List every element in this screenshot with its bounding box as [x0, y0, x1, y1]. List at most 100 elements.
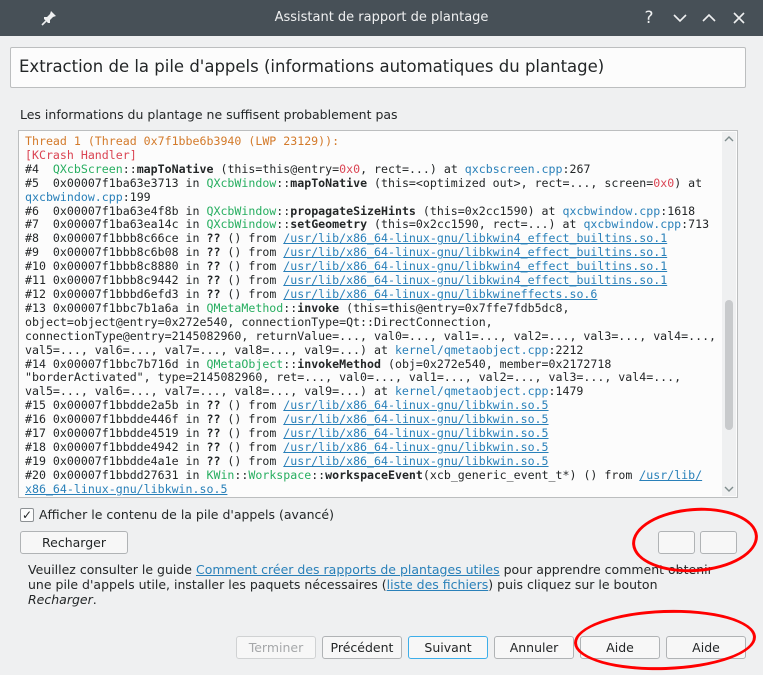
backtrace-segment: (this=0x2cc1590, rect=...) at	[367, 217, 584, 232]
backtrace-segment: :267	[562, 161, 591, 176]
backtrace-segment[interactable]: /usr/lib/x86_64-linux-gnu/libkwin.so.5	[283, 440, 548, 454]
backtrace-line: [KCrash Handler]	[25, 148, 719, 163]
backtrace-segment: (this=0x2cc1590) at	[415, 203, 563, 218]
backtrace-segment: () from	[220, 453, 284, 468]
backtrace-segment: ??	[206, 439, 221, 454]
backtrace-segment: :713	[681, 217, 710, 232]
backtrace-segment[interactable]: x86_64-linux-gnu/libkwin.so.5	[25, 482, 227, 496]
backtrace-segment: #5 0x00007f1ba63e3713 in	[25, 175, 207, 190]
help-button-2[interactable]: Aide	[666, 636, 746, 659]
backtrace-segment: kernel/qmetaobject.cpp	[394, 342, 549, 357]
backtrace-line: #14 0x00007f1bbc7b716d in QMetaObject::i…	[25, 356, 719, 372]
backtrace-segment: QMetaObject	[206, 356, 284, 371]
backtrace-segment[interactable]: /usr/lib/x86_64-linux-gnu/libkwin4_effec…	[283, 259, 667, 273]
backtrace-line: #9 0x00007f1bbb8c6b08 in ?? () from /usr…	[25, 245, 719, 260]
backtrace-segment: setGeometry	[290, 217, 368, 232]
backtrace-segment: (this=<optimized out>, rect=..., screen=	[367, 175, 654, 190]
vertical-scrollbar[interactable]	[722, 132, 736, 496]
backtrace-segment: ::	[234, 467, 249, 482]
backtrace-segment: :1618	[660, 203, 696, 218]
show-backtrace-checkbox[interactable]: ✓	[20, 508, 34, 522]
backtrace-segment: ::	[276, 175, 291, 190]
backtrace-segment[interactable]: /usr/lib/x86_64-linux-gnu/libkwin.so.5	[283, 398, 548, 412]
backtrace-segment: , rect=...) at	[360, 161, 465, 176]
backtrace-segment: invoke	[297, 300, 340, 315]
backtrace-segment[interactable]: /usr/lib/x86_64-linux-gnu/libkwineffects…	[283, 287, 597, 301]
backtrace-segment: () from	[220, 398, 284, 413]
backtrace-segment: :2212	[548, 342, 584, 357]
backtrace-segment: #16 0x00007f1bbdde446f in	[25, 412, 207, 427]
backtrace-segment[interactable]: /usr/lib/	[639, 468, 702, 482]
scroll-down-icon[interactable]	[724, 484, 734, 494]
backtrace-segment: #12 0x00007f1bbbd6efd3 in	[25, 286, 207, 301]
help-button-1[interactable]: Aide	[580, 636, 660, 659]
backtrace-segment: () from	[220, 412, 284, 427]
backtrace-view[interactable]: Thread 1 (Thread 0x7f1bbe6b3940 (LWP 231…	[18, 130, 738, 498]
empty-button-left[interactable]	[658, 531, 695, 554]
backtrace-segment: ??	[206, 426, 221, 441]
backtrace-segment: #13 0x00007f1bbc7b1a6a in	[25, 300, 207, 315]
backtrace-segment: (obj=0x272e540, member=0x2172718	[381, 356, 612, 371]
backtrace-segment: () from	[220, 245, 284, 260]
backtrace-segment[interactable]: /usr/lib/x86_64-linux-gnu/libkwin.so.5	[283, 426, 548, 440]
show-backtrace-label[interactable]: Afficher le contenu de la pile d'appels …	[39, 507, 334, 522]
backtrace-segment: qxcbwindow.cpp	[583, 217, 682, 232]
page-title: Extraction de la pile d'appels (informat…	[19, 57, 605, 76]
title-bar: Assistant de rapport de plantage ?	[0, 0, 763, 36]
backtrace-segment: ??	[206, 286, 221, 301]
backtrace-line: #6 0x00007f1ba63e4f8b in QXcbWindow::pro…	[25, 203, 719, 219]
scrollbar-thumb[interactable]	[725, 300, 733, 430]
reload-button[interactable]: Recharger	[20, 531, 128, 554]
help-button[interactable]: ?	[639, 8, 659, 28]
backtrace-segment: #11 0x00007f1bbb8c9442 in	[25, 273, 207, 288]
backtrace-segment: () from	[220, 231, 284, 246]
backtrace-segment: invokeMethod	[297, 356, 381, 371]
backtrace-segment[interactable]: /usr/lib/x86_64-linux-gnu/libkwin4_effec…	[283, 231, 667, 245]
backtrace-segment: propagateSizeHints	[290, 203, 416, 218]
backtrace-segment: QXcbWindow	[206, 217, 277, 232]
close-icon[interactable]	[729, 8, 749, 28]
file-list-link[interactable]: liste des fichiers	[387, 577, 489, 592]
backtrace-segment: "borderActivated", type=2145082960, ret=…	[25, 370, 682, 385]
next-button[interactable]: Suivant	[408, 636, 488, 659]
backtrace-segment[interactable]: /usr/lib/x86_64-linux-gnu/libkwin4_effec…	[283, 245, 667, 259]
chevron-up-icon[interactable]	[699, 8, 719, 28]
chevron-down-icon[interactable]	[670, 8, 690, 28]
backtrace-segment: connectionType@entry=2145082960, returnV…	[25, 328, 717, 343]
page-header: Extraction de la pile d'appels (informat…	[10, 47, 746, 88]
backtrace-segment: ??	[206, 453, 221, 468]
empty-button-right[interactable]	[700, 531, 737, 554]
backtrace-line: #7 0x00007f1ba63ea14c in QXcbWindow::set…	[25, 217, 719, 232]
backtrace-segment[interactable]: /usr/lib/x86_64-linux-gnu/libkwin4_effec…	[283, 273, 667, 287]
backtrace-segment[interactable]: /usr/lib/x86_64-linux-gnu/libkwin.so.5	[283, 412, 548, 426]
backtrace-segment: mapToNative	[136, 161, 214, 176]
cancel-button[interactable]: Annuler	[494, 636, 574, 659]
guide-text-part: Veuillez consulter le guide	[28, 562, 196, 577]
backtrace-line: object=object@entry=0x272e540, connectio…	[25, 315, 719, 330]
backtrace-segment: ??	[206, 398, 221, 413]
backtrace-segment[interactable]: /usr/lib/x86_64-linux-gnu/libkwin.so.5	[283, 454, 548, 468]
backtrace-content: Thread 1 (Thread 0x7f1bbe6b3940 (LWP 231…	[25, 134, 719, 497]
backtrace-segment: :199	[122, 189, 151, 204]
guide-text-part: ) puis cliquez sur le bouton	[488, 577, 658, 592]
backtrace-segment: 0x0	[339, 161, 361, 176]
backtrace-segment: kernel/qmetaobject.cpp	[394, 384, 549, 399]
backtrace-segment: (this=this@entry=0x7ffe7fdb5dc8,	[339, 300, 570, 315]
useful-crash-reports-link[interactable]: Comment créer des rapports de plantages …	[196, 562, 500, 577]
backtrace-segment: KWin	[206, 467, 235, 482]
guide-text-part: pour apprendre comment obtenir	[499, 562, 713, 577]
finish-button[interactable]: Terminer	[236, 636, 316, 659]
backtrace-segment: #20 0x00007f1bbdd27631 in	[25, 467, 207, 482]
scroll-up-icon[interactable]	[724, 134, 734, 144]
backtrace-line: connectionType@entry=2145082960, returnV…	[25, 328, 719, 344]
backtrace-segment: ??	[206, 231, 221, 246]
previous-button[interactable]: Précédent	[322, 636, 402, 659]
backtrace-segment: Thread 1 (Thread 0x7f1bbe6b3940 (LWP 231…	[25, 134, 340, 148]
backtrace-segment: ::	[276, 217, 291, 232]
backtrace-line: #15 0x00007f1bbdde2a5b in ?? () from /us…	[25, 398, 719, 413]
guide-text: Veuillez consulter le guide Comment crée…	[28, 562, 728, 607]
backtrace-segment: ::	[283, 300, 298, 315]
backtrace-line: #10 0x00007f1bbb8c8880 in ?? () from /us…	[25, 259, 719, 274]
backtrace-segment: () from	[220, 273, 284, 288]
backtrace-line: #13 0x00007f1bbc7b1a6a in QMetaMethod::i…	[25, 300, 719, 316]
